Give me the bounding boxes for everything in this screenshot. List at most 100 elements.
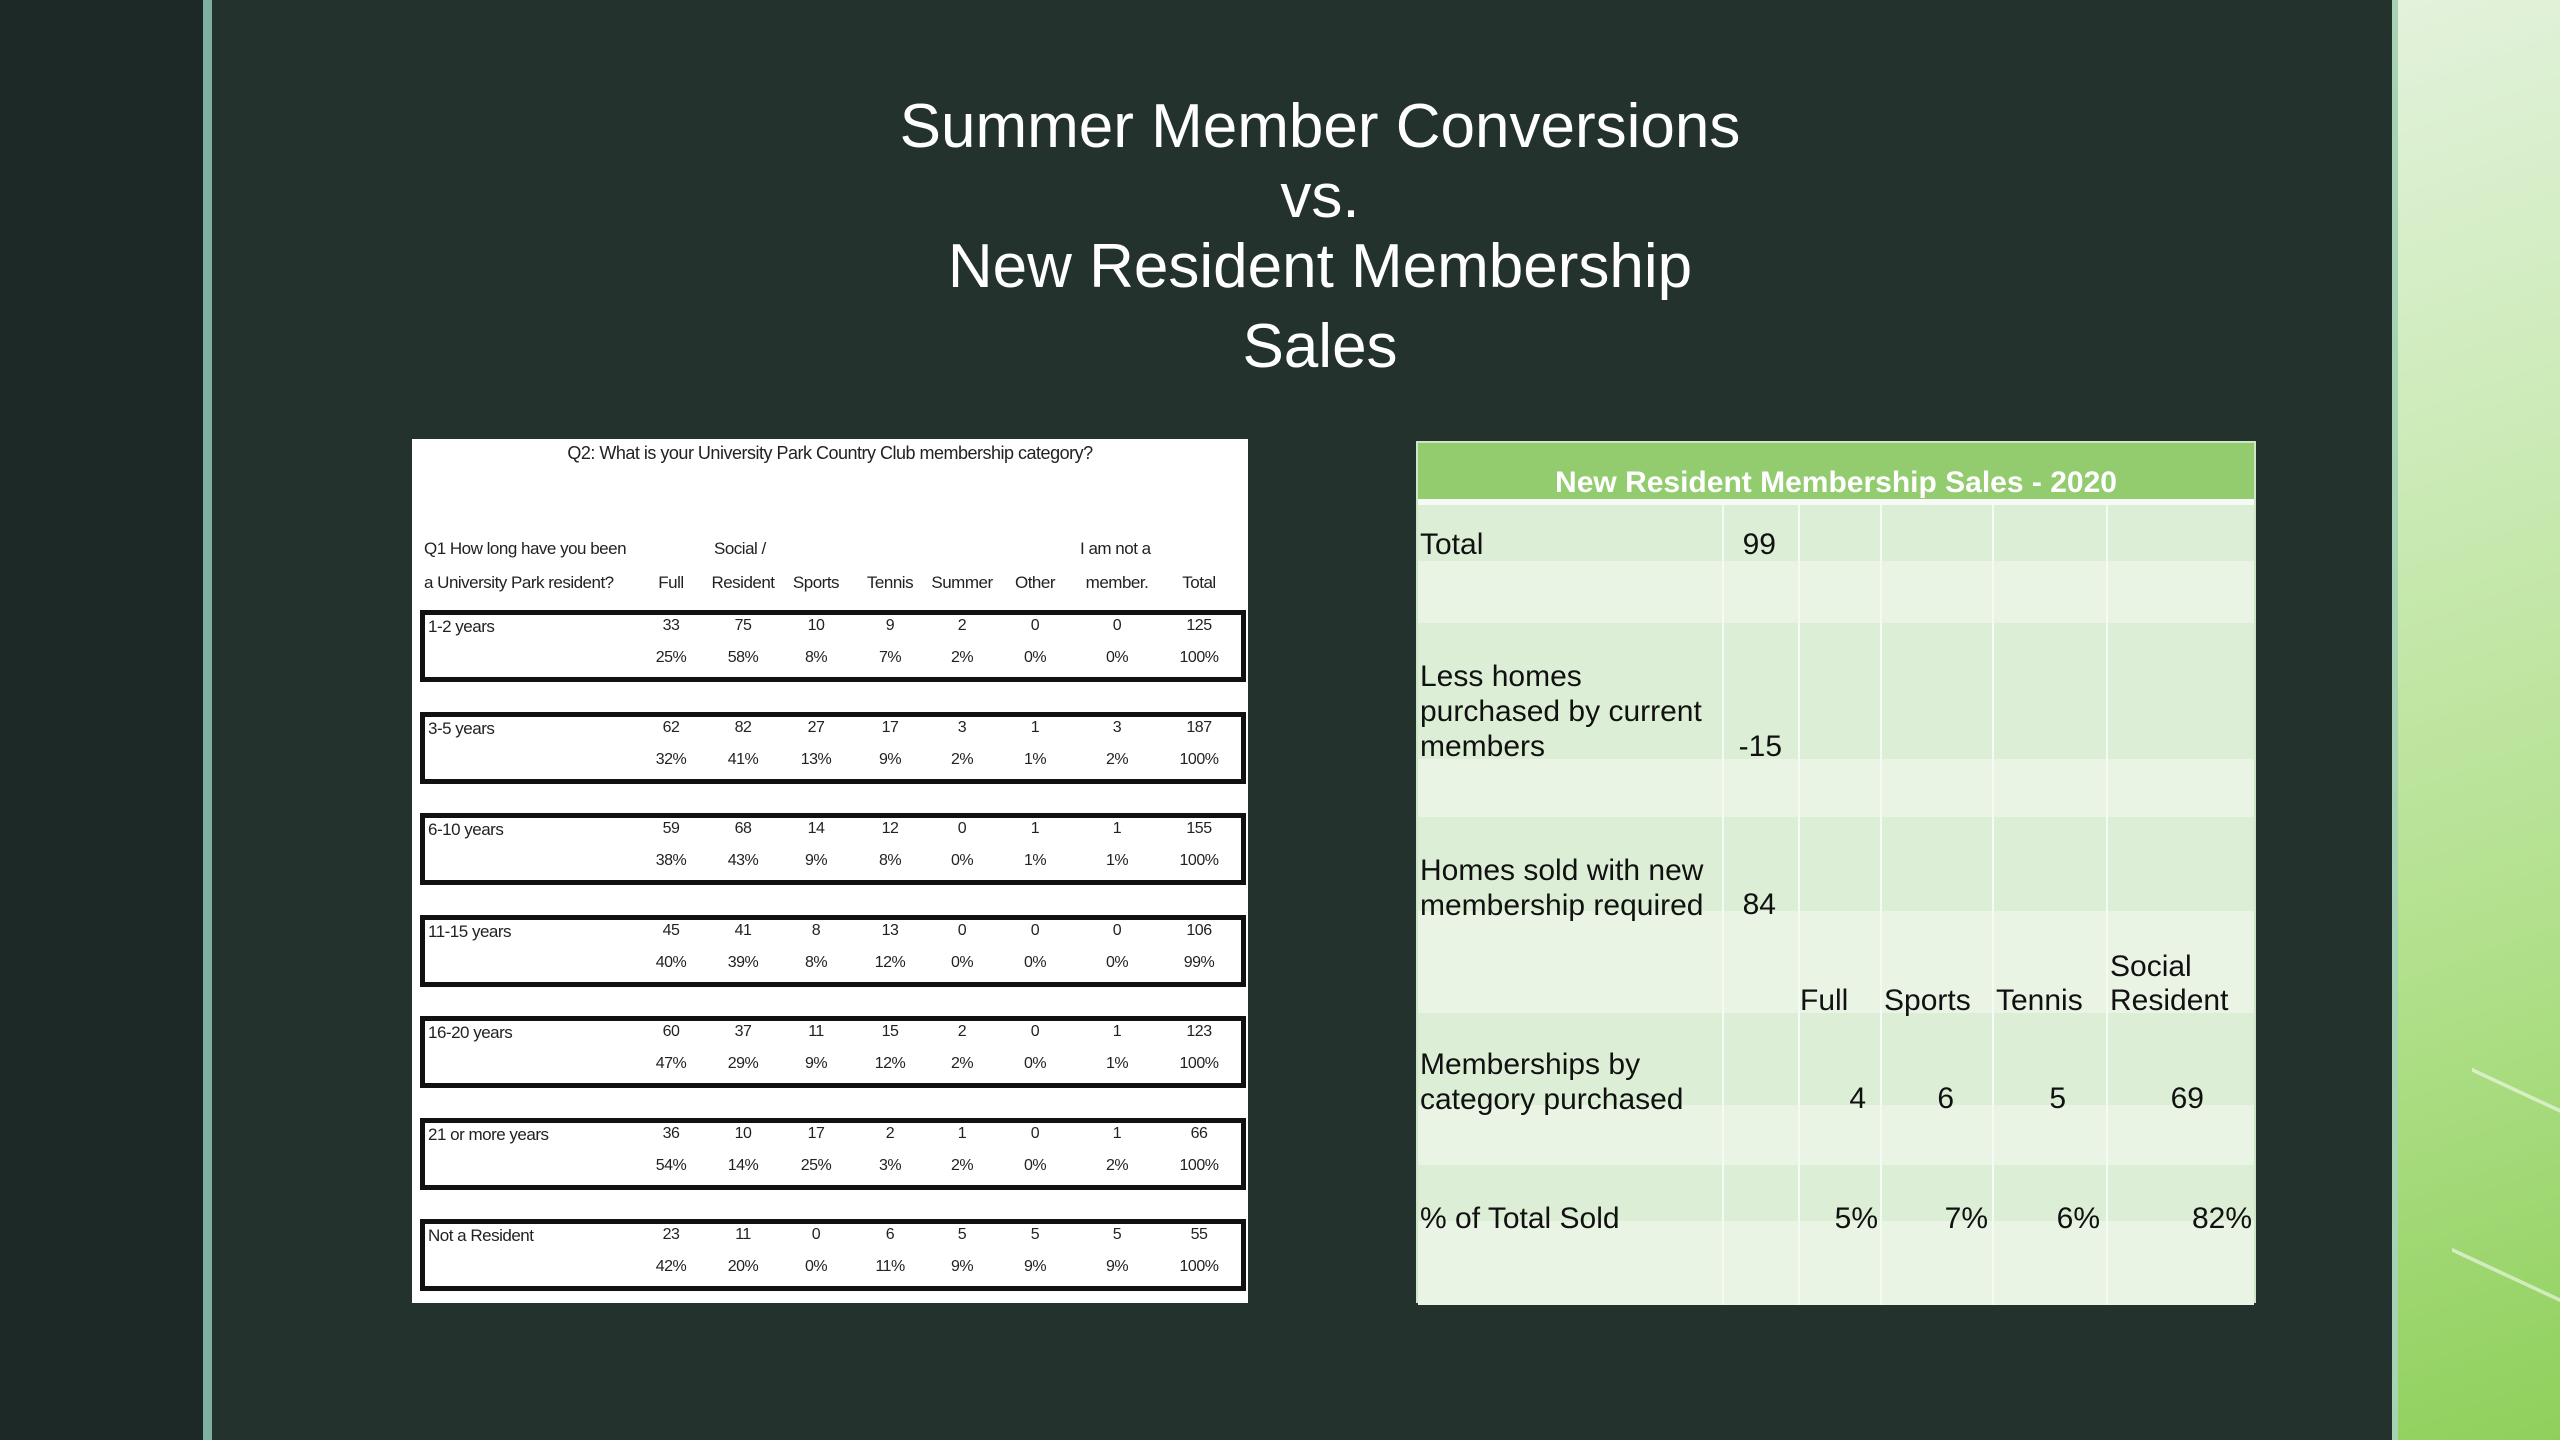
- table-row: 3-5 years 62 82 27 17 3 1 3 187 32% 41% 13% 9% 2% 1% 2%…: [420, 712, 1246, 784]
- count-cell: 0: [1030, 1125, 1040, 1142]
- count-cell: 106: [1186, 922, 1212, 939]
- right-accent-line: [2392, 0, 2398, 1440]
- percent-cell: 9%: [950, 1258, 974, 1275]
- title-line: New Resident Membership: [947, 232, 1693, 301]
- count-cell: 33: [662, 617, 680, 634]
- percent-cell: 0%: [1023, 954, 1047, 971]
- column-divider: [1992, 499, 1994, 1305]
- percent-cell: 2%: [1105, 751, 1129, 768]
- count-cell: 23: [662, 1226, 680, 1243]
- percent-cell: 2%: [950, 1055, 974, 1072]
- label-line: Less homes: [1420, 660, 1582, 693]
- percent-cell: 2%: [950, 649, 974, 666]
- percent-cell: 25%: [800, 1157, 832, 1174]
- count-cell: 0: [1112, 617, 1122, 634]
- count-cell: 1: [1030, 719, 1040, 736]
- count-cell: 155: [1186, 820, 1212, 837]
- count-cell: 14: [807, 820, 825, 837]
- percent-cell: 1%: [1023, 852, 1047, 869]
- count-cell: 5: [957, 1226, 967, 1243]
- percent-cell: 9%: [804, 852, 828, 869]
- percent-cell: 9%: [1023, 1258, 1047, 1275]
- left-accent-line: [203, 0, 212, 1440]
- percent-cell: 0%: [1023, 1055, 1047, 1072]
- count-cell: 60: [662, 1023, 680, 1040]
- count-cell: 37: [734, 1023, 752, 1040]
- row-label: 16-20 years: [428, 1023, 513, 1042]
- count-cell: 9: [885, 617, 895, 634]
- by-category-sports: 6: [1937, 1082, 1954, 1115]
- column-divider: [2106, 499, 2108, 1305]
- table-row: 6-10 years 59 68 14 12 0 1 1 155 38% 43% 9% 8% 0% 1% 1%…: [420, 813, 1246, 885]
- title-line: Summer Member Conversions: [899, 92, 1741, 161]
- percent-cell: 38%: [655, 852, 687, 869]
- percent-cell: 8%: [804, 954, 828, 971]
- percent-cell: 3%: [878, 1157, 902, 1174]
- percent-cell: 0%: [950, 954, 974, 971]
- chevron-decoration-icon: [2472, 1067, 2560, 1237]
- label-line: membership required: [1420, 889, 1704, 922]
- count-cell: 27: [807, 719, 825, 736]
- percent-cell: 1%: [1105, 852, 1129, 869]
- count-cell: 2: [957, 1023, 967, 1040]
- label-line: Memberships by: [1420, 1048, 1641, 1081]
- row-label: 3-5 years: [428, 719, 495, 738]
- count-cell: 5: [1112, 1226, 1122, 1243]
- homes-sold-value: 84: [1742, 888, 1776, 921]
- count-cell: 123: [1186, 1023, 1212, 1040]
- column-header: Total: [1182, 573, 1216, 592]
- band-row: [1418, 759, 2254, 817]
- count-cell: 0: [1112, 922, 1122, 939]
- label-line: members: [1420, 730, 1546, 763]
- pct-social-resident: 82%: [2191, 1202, 2252, 1235]
- percent-cell: 9%: [1105, 1258, 1129, 1275]
- table-row: 1-2 years 33 75 10 9 2 0 0 125 25% 58% 8% 7% 2% 0% 0% 10…: [420, 610, 1246, 682]
- percent-cell: 12%: [874, 954, 906, 971]
- column-header: Other: [1014, 573, 1056, 592]
- count-cell: 1: [1030, 820, 1040, 837]
- total-label: Total: [1420, 528, 1484, 561]
- count-cell: 15: [881, 1023, 899, 1040]
- percent-cell: 0%: [1023, 649, 1047, 666]
- percent-cell: 40%: [655, 954, 687, 971]
- count-cell: 82: [734, 719, 752, 736]
- percent-cell: 47%: [655, 1055, 687, 1072]
- category-tennis: Tennis: [1996, 984, 2083, 1017]
- percent-cell: 25%: [655, 649, 687, 666]
- count-cell: 1: [1112, 820, 1122, 837]
- header-not-member: I am not a: [1080, 539, 1151, 558]
- band-row: [1418, 505, 2254, 561]
- count-cell: 0: [1030, 1023, 1040, 1040]
- count-cell: 0: [1030, 617, 1040, 634]
- count-cell: 17: [807, 1125, 825, 1142]
- column-header: Summer: [931, 573, 993, 592]
- percent-cell: 13%: [800, 751, 832, 768]
- category-sports: Sports: [1884, 984, 1971, 1017]
- survey-question: Q2: What is your University Park Country…: [567, 443, 1093, 463]
- percent-cell: 100%: [1179, 751, 1219, 768]
- count-cell: 10: [807, 617, 825, 634]
- label-line: purchased by current: [1420, 695, 1702, 728]
- percent-cell: 100%: [1179, 1157, 1219, 1174]
- count-cell: 0: [811, 1226, 821, 1243]
- chevron-decoration-icon: [2452, 1247, 2560, 1417]
- header-social: Social /: [714, 539, 766, 558]
- count-cell: 1: [957, 1125, 967, 1142]
- count-cell: 2: [885, 1125, 895, 1142]
- count-cell: 8: [811, 922, 821, 939]
- count-cell: 36: [662, 1125, 680, 1142]
- pct-full: 5%: [1834, 1202, 1878, 1235]
- percent-cell: 58%: [727, 649, 759, 666]
- q1-header-line2: a University Park resident?: [424, 573, 614, 592]
- percent-cell: 9%: [804, 1055, 828, 1072]
- count-cell: 55: [1190, 1226, 1208, 1243]
- count-cell: 125: [1186, 617, 1212, 634]
- pct-sports: 7%: [1944, 1202, 1988, 1235]
- band-row: [1418, 561, 2254, 623]
- count-cell: 6: [885, 1226, 895, 1243]
- count-cell: 13: [881, 922, 899, 939]
- percent-cell: 100%: [1179, 852, 1219, 869]
- homes-sold-label: Homes sold with new membership required: [1420, 853, 1703, 923]
- percent-cell: 100%: [1179, 649, 1219, 666]
- count-cell: 5: [1030, 1226, 1040, 1243]
